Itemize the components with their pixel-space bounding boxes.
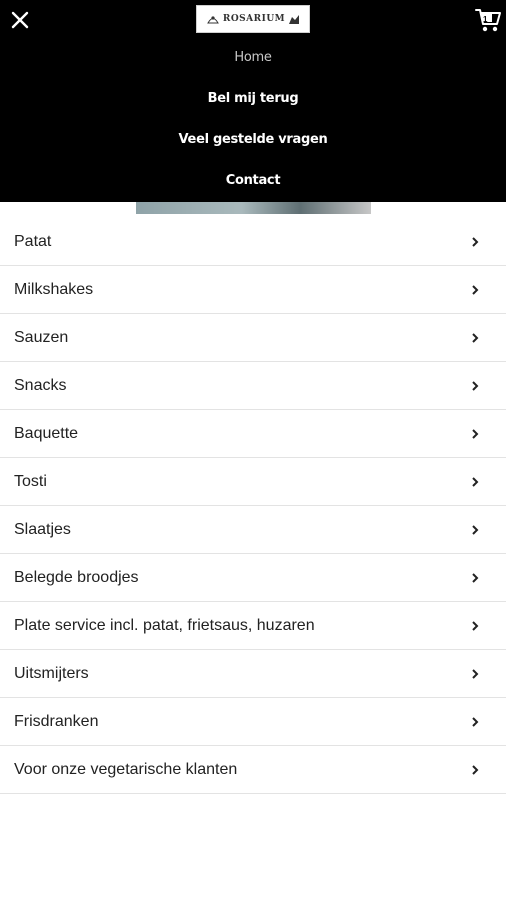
- category-label: Milkshakes: [14, 280, 94, 298]
- category-label: Uitsmijters: [14, 664, 89, 682]
- category-item-tosti[interactable]: Tosti: [0, 458, 506, 506]
- category-item-slaatjes[interactable]: Slaatjes: [0, 506, 506, 554]
- category-label: Voor onze vegetarische klanten: [14, 760, 238, 778]
- category-item-plate-service[interactable]: Plate service incl. patat, frietsaus, hu…: [0, 602, 506, 650]
- category-item-vegetarisch[interactable]: Voor onze vegetarische klanten: [0, 746, 506, 794]
- category-label: Sauzen: [14, 328, 69, 346]
- brand-logo[interactable]: ROSARIUM: [196, 5, 310, 33]
- hero-banner-image: [136, 202, 371, 214]
- category-item-baquette[interactable]: Baquette: [0, 410, 506, 458]
- category-item-frisdranken[interactable]: Frisdranken: [0, 698, 506, 746]
- nav-item-faq[interactable]: Veel gestelde vragen: [0, 132, 506, 147]
- cart-count-badge: 1: [483, 15, 488, 24]
- category-label: Slaatjes: [14, 520, 71, 538]
- chevron-right-icon: [472, 332, 479, 343]
- top-navigation-overlay: ROSARIUM 1 Home Bel mij terug Veel geste…: [0, 0, 506, 202]
- close-menu-button[interactable]: [8, 8, 32, 32]
- category-item-sauzen[interactable]: Sauzen: [0, 314, 506, 362]
- chevron-right-icon: [472, 572, 479, 583]
- logo-figure-icon: [289, 15, 300, 24]
- category-label: Frisdranken: [14, 712, 99, 730]
- chevron-right-icon: [472, 476, 479, 487]
- close-icon: [11, 11, 29, 29]
- category-item-uitsmijters[interactable]: Uitsmijters: [0, 650, 506, 698]
- category-label: Tosti: [14, 472, 47, 490]
- chevron-right-icon: [472, 284, 479, 295]
- category-label: Belegde broodjes: [14, 568, 139, 586]
- chevron-right-icon: [472, 716, 479, 727]
- logo-text: ROSARIUM: [222, 14, 286, 24]
- nav-item-bel-mij-terug[interactable]: Bel mij terug: [0, 91, 506, 106]
- chevron-right-icon: [472, 428, 479, 439]
- category-label: Baquette: [14, 424, 79, 442]
- nav-item-contact[interactable]: Contact: [0, 173, 506, 188]
- chevron-right-icon: [472, 236, 479, 247]
- chevron-right-icon: [472, 524, 479, 535]
- chevron-right-icon: [472, 764, 479, 775]
- chevron-right-icon: [472, 380, 479, 391]
- cart-icon: [475, 9, 501, 32]
- category-list: Patat Milkshakes Sauzen Snacks Baquette …: [0, 218, 506, 794]
- nav-item-home[interactable]: Home: [0, 50, 506, 65]
- chevron-right-icon: [472, 668, 479, 679]
- category-label: Snacks: [14, 376, 67, 394]
- category-label: Plate service incl. patat, frietsaus, hu…: [14, 616, 315, 634]
- category-item-milkshakes[interactable]: Milkshakes: [0, 266, 506, 314]
- category-item-belegde-broodjes[interactable]: Belegde broodjes: [0, 554, 506, 602]
- category-item-snacks[interactable]: Snacks: [0, 362, 506, 410]
- category-label: Patat: [14, 232, 52, 250]
- chevron-right-icon: [472, 620, 479, 631]
- category-item-patat[interactable]: Patat: [0, 218, 506, 266]
- logo-emblem-icon: [206, 16, 219, 24]
- cart-button[interactable]: 1: [474, 6, 502, 34]
